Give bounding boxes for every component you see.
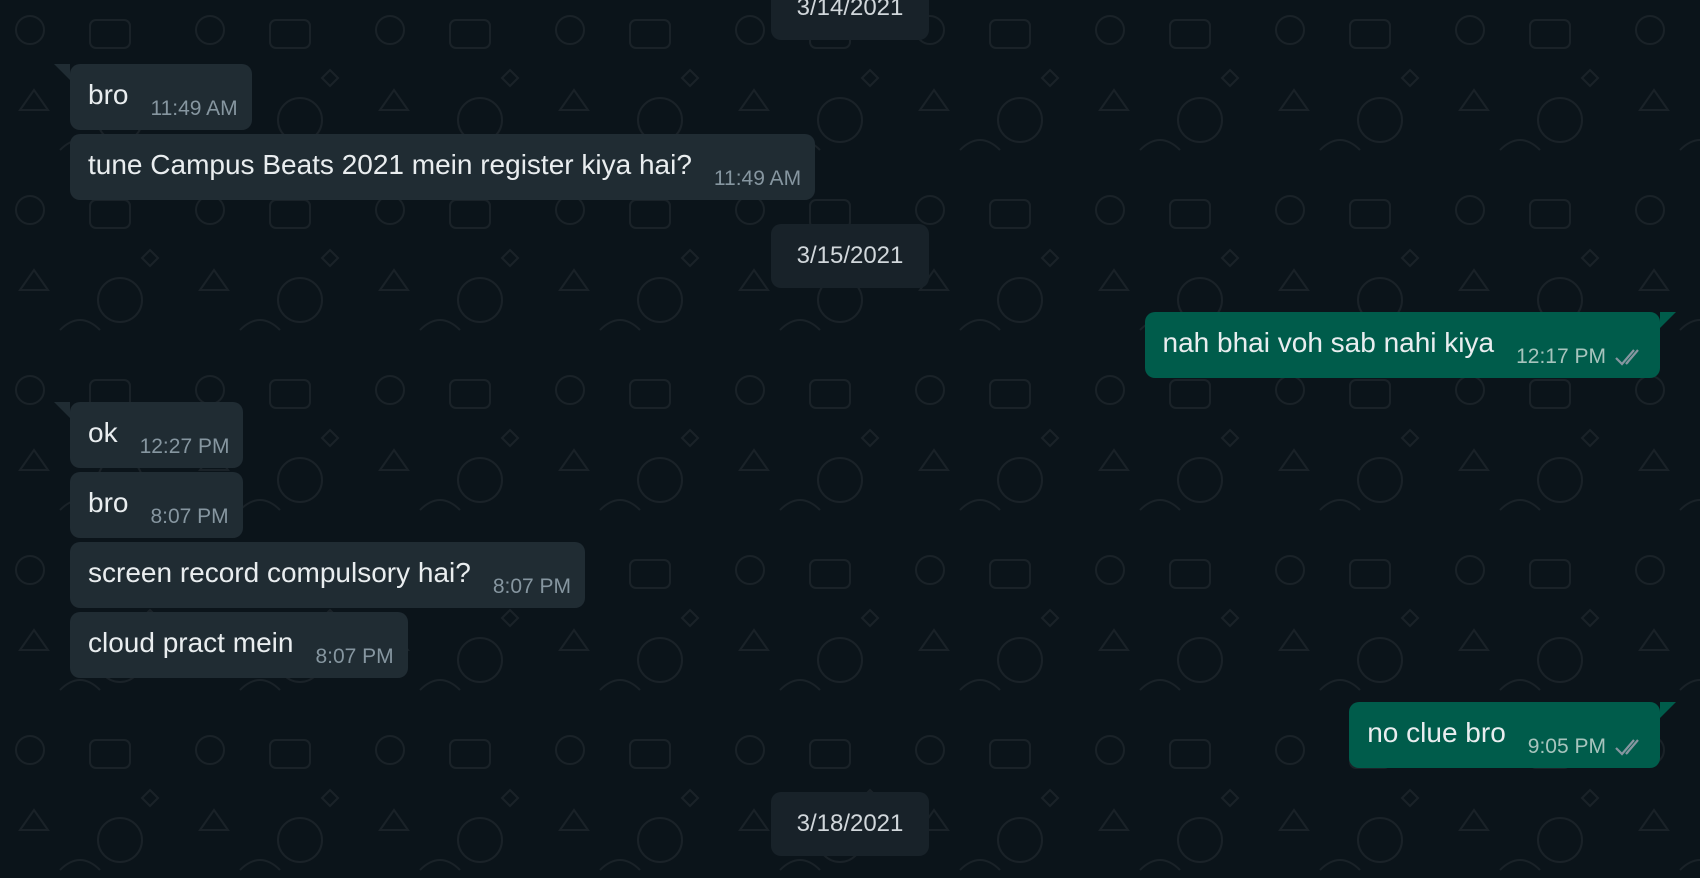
double-check-icon bbox=[1615, 349, 1639, 366]
message-text: nah bhai voh sab nahi kiya bbox=[1162, 327, 1495, 358]
message-time: 9:05 PM bbox=[1527, 735, 1606, 758]
outgoing-message[interactable]: nah bhai voh sab nahi kiya 12:17 PM bbox=[1144, 312, 1677, 378]
message-time: 12:27 PM bbox=[139, 435, 230, 458]
message-text: screen record compulsory hai? bbox=[88, 557, 471, 588]
message-text: ok bbox=[88, 417, 118, 448]
message-text: no clue bro bbox=[1367, 717, 1506, 748]
message-meta: 12:17 PM bbox=[1516, 345, 1646, 369]
chat-panel: 3/14/2021 bro 11:49 AM tune Campus Beats… bbox=[0, 0, 1700, 878]
message-meta: 8:07 PM bbox=[315, 645, 393, 669]
message-meta: 8:07 PM bbox=[150, 505, 228, 529]
message-text: tune Campus Beats 2021 mein register kiy… bbox=[88, 149, 692, 180]
incoming-message[interactable]: ok 12:27 PM bbox=[53, 402, 244, 468]
outgoing-message[interactable]: no clue bro 9:05 PM bbox=[1349, 702, 1676, 768]
message-time: 11:49 AM bbox=[150, 97, 238, 120]
message-meta: 8:07 PM bbox=[493, 575, 571, 599]
message-text: bro bbox=[88, 79, 129, 110]
date-separator: 3/14/2021 bbox=[771, 0, 929, 40]
message-meta: 11:49 AM bbox=[150, 97, 237, 121]
message-text: bro bbox=[88, 487, 129, 518]
incoming-message[interactable]: screen record compulsory hai? 8:07 PM bbox=[70, 542, 586, 608]
incoming-message[interactable]: bro 8:07 PM bbox=[70, 472, 243, 538]
incoming-message[interactable]: cloud pract mein 8:07 PM bbox=[70, 612, 408, 678]
date-separator: 3/15/2021 bbox=[771, 224, 929, 288]
message-meta: 12:27 PM bbox=[140, 435, 230, 459]
message-text: cloud pract mein bbox=[88, 627, 294, 658]
message-time: 8:07 PM bbox=[315, 645, 394, 668]
incoming-message[interactable]: tune Campus Beats 2021 mein register kiy… bbox=[70, 134, 816, 200]
incoming-message[interactable]: bro 11:49 AM bbox=[54, 64, 252, 130]
message-time: 8:07 PM bbox=[492, 575, 572, 598]
message-meta: 9:05 PM bbox=[1528, 735, 1646, 759]
date-separator: 3/18/2021 bbox=[771, 792, 929, 856]
message-time: 11:49 AM bbox=[713, 167, 802, 190]
message-time: 12:17 PM bbox=[1516, 345, 1606, 368]
message-time: 8:07 PM bbox=[150, 505, 229, 528]
message-meta: 11:49 AM bbox=[714, 167, 801, 191]
double-check-icon bbox=[1615, 739, 1639, 756]
